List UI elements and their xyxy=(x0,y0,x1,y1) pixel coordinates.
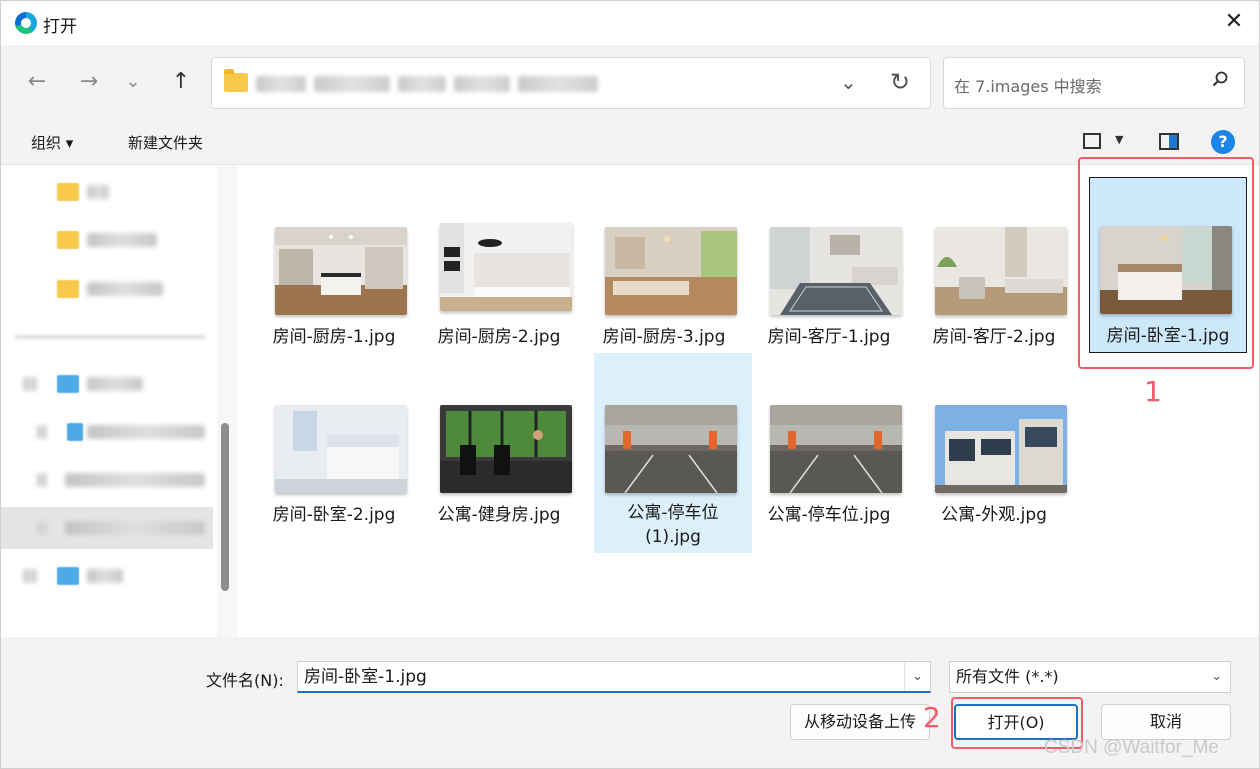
recent-locations-chevron-icon[interactable]: ⌄ xyxy=(115,65,151,99)
file-name: 公寓-外观.jpg xyxy=(941,505,1047,525)
close-button[interactable]: ✕ xyxy=(1221,9,1247,35)
breadcrumb xyxy=(256,76,598,92)
upload-from-mobile-button[interactable]: 从移动设备上传 xyxy=(790,704,930,740)
file-name: 公寓-停车位 xyxy=(627,503,719,523)
sidebar-item[interactable] xyxy=(1,363,213,405)
drive-icon xyxy=(57,567,79,585)
file-name: 房间-客厅-1.jpg xyxy=(767,327,891,347)
sidebar-item[interactable] xyxy=(1,171,213,213)
file-name: 房间-厨房-3.jpg xyxy=(602,327,726,347)
file-item[interactable]: 房间-厨房-3.jpg xyxy=(586,209,742,351)
annotation-step-2: 2 xyxy=(923,701,941,734)
folder-icon xyxy=(57,183,79,201)
file-item[interactable]: 房间-卧室-2.jpg xyxy=(256,387,412,529)
drive-icon xyxy=(57,375,79,393)
file-item[interactable]: 房间-客厅-2.jpg xyxy=(916,209,1072,351)
up-arrow-icon[interactable]: ↑ xyxy=(163,65,199,99)
sidebar-item[interactable] xyxy=(1,459,213,501)
sidebar-item[interactable] xyxy=(1,411,213,453)
image-thumbnail xyxy=(935,227,1067,315)
file-name: 公寓-健身房.jpg xyxy=(437,505,561,525)
file-name: 公寓-停车位.jpg xyxy=(767,505,891,525)
new-folder-button[interactable]: 新建文件夹 xyxy=(128,132,203,153)
file-item[interactable]: 公寓-外观.jpg xyxy=(916,387,1072,529)
filename-input[interactable]: 房间-卧室-1.jpg ⌄ xyxy=(297,661,931,693)
file-item-hover[interactable]: 公寓-停车位 (1).jpg xyxy=(594,353,752,553)
refresh-icon[interactable]: ↻ xyxy=(890,68,910,96)
view-options-icon[interactable] xyxy=(1083,133,1101,149)
image-thumbnail xyxy=(275,227,407,315)
open-file-dialog: 打开 ✕ ← → ⌄ ↑ ⌄ ↻ 在 7.images 中搜索 组织 ▾ 新建文… xyxy=(0,0,1260,769)
command-toolbar: 组织 ▾ 新建文件夹 ▼ ? xyxy=(1,121,1259,165)
file-item[interactable]: 公寓-健身房.jpg xyxy=(421,387,577,529)
sidebar-item[interactable] xyxy=(1,268,213,310)
annotation-highlight-box xyxy=(1078,157,1254,369)
title-bar: 打开 ✕ xyxy=(1,1,1259,45)
folder-icon xyxy=(57,280,79,298)
file-name: 房间-厨房-2.jpg xyxy=(437,327,561,347)
search-icon xyxy=(1212,71,1228,87)
address-history-chevron-icon[interactable]: ⌄ xyxy=(840,70,857,94)
folder-icon xyxy=(224,69,248,92)
file-name: (1).jpg xyxy=(645,527,701,547)
view-options-dropdown-icon[interactable]: ▼ xyxy=(1115,133,1123,146)
file-item[interactable]: 房间-客厅-1.jpg xyxy=(751,209,907,351)
image-thumbnail xyxy=(605,405,737,493)
chevron-down-icon[interactable]: ⌄ xyxy=(904,662,930,691)
file-name: 房间-厨房-1.jpg xyxy=(272,327,396,347)
dialog-footer: 文件名(N): 房间-卧室-1.jpg ⌄ 所有文件 (*.*) ⌄ 从移动设备… xyxy=(1,637,1259,768)
file-list: 房间-厨房-1.jpg 房间-厨房-2.jpg 房间-厨房-3.jpg 房间-客… xyxy=(238,157,1259,637)
edge-browser-icon xyxy=(15,12,37,34)
cancel-button[interactable]: 取消 xyxy=(1101,704,1231,740)
address-bar[interactable]: ⌄ ↻ xyxy=(211,57,931,109)
annotation-step-1: 1 xyxy=(1144,375,1162,408)
image-thumbnail xyxy=(440,405,572,493)
image-thumbnail xyxy=(275,405,407,493)
watermark: CSDN @Waitfor_Me xyxy=(1044,737,1219,758)
image-thumbnail xyxy=(605,227,737,315)
navigation-pane xyxy=(1,165,237,637)
file-type-value: 所有文件 (*.*) xyxy=(956,667,1059,686)
sidebar-divider xyxy=(15,335,205,339)
file-item[interactable]: 房间-厨房-1.jpg xyxy=(256,209,412,351)
organize-menu[interactable]: 组织 ▾ xyxy=(31,132,73,153)
sidebar-scrollbar-thumb[interactable] xyxy=(221,423,229,591)
back-arrow-icon[interactable]: ← xyxy=(19,65,55,99)
drive-icon xyxy=(67,423,83,441)
file-type-select[interactable]: 所有文件 (*.*) ⌄ xyxy=(949,661,1231,693)
image-thumbnail xyxy=(770,405,902,493)
filename-label: 文件名(N): xyxy=(206,671,284,690)
chevron-down-icon: ⌄ xyxy=(1211,669,1222,684)
image-thumbnail xyxy=(440,223,572,311)
file-item[interactable]: 房间-厨房-2.jpg xyxy=(421,209,577,351)
folder-icon xyxy=(57,231,79,249)
image-thumbnail xyxy=(770,227,902,315)
sidebar-item[interactable] xyxy=(1,555,213,597)
file-item[interactable]: 公寓-停车位.jpg xyxy=(751,387,907,529)
sidebar-item[interactable] xyxy=(1,219,213,261)
help-icon[interactable]: ? xyxy=(1211,130,1235,154)
search-placeholder: 在 7.images 中搜索 xyxy=(954,77,1102,96)
sidebar-item[interactable] xyxy=(1,507,213,549)
search-input[interactable]: 在 7.images 中搜索 xyxy=(943,57,1245,109)
image-thumbnail xyxy=(935,405,1067,493)
filename-value: 房间-卧室-1.jpg xyxy=(304,667,427,687)
preview-pane-icon[interactable] xyxy=(1159,133,1179,150)
file-name: 房间-卧室-2.jpg xyxy=(272,505,396,525)
file-name: 房间-客厅-2.jpg xyxy=(932,327,1056,347)
forward-arrow-icon[interactable]: → xyxy=(71,65,107,99)
dialog-title: 打开 xyxy=(43,17,77,37)
navigation-bar: ← → ⌄ ↑ ⌄ ↻ 在 7.images 中搜索 xyxy=(1,45,1259,121)
